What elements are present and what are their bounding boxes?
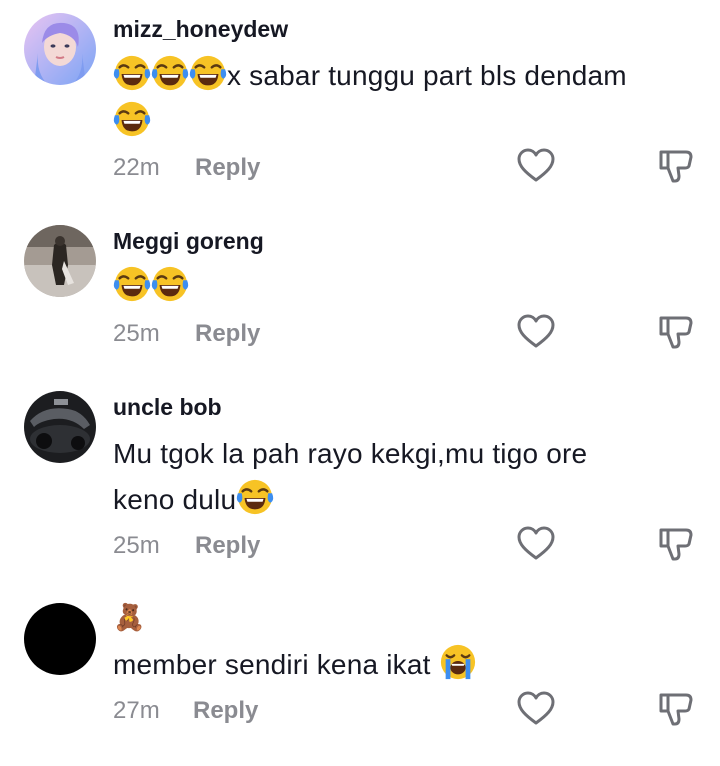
face-with-tears-of-joy-icon [113, 54, 151, 92]
face-with-tears-of-joy-icon [189, 54, 227, 92]
thumbs-down-outline-icon[interactable] [656, 689, 696, 729]
username[interactable]: 🧸 [113, 602, 145, 633]
username[interactable]: Meggi goreng [113, 228, 264, 255]
thumbs-down-outline-icon[interactable] [656, 146, 696, 186]
reply-button[interactable]: Reply [193, 697, 258, 725]
username[interactable]: mizz_honeydew [113, 16, 288, 43]
loudly-crying-face-icon [439, 643, 477, 681]
comment-text-line: keno dulu [113, 484, 237, 515]
username[interactable]: uncle bob [113, 394, 222, 421]
avatar[interactable] [24, 13, 96, 85]
face-with-tears-of-joy-icon [151, 54, 189, 92]
comment-text: Mu tgok la pah rayo kekgi,mu tigo ore ke… [113, 431, 693, 523]
comment-text [113, 264, 693, 310]
face-with-tears-of-joy-icon [113, 100, 151, 138]
comment-timestamp: 25m [113, 320, 160, 347]
thumbs-down-outline-icon[interactable] [656, 524, 696, 564]
face-with-tears-of-joy-icon [236, 478, 274, 516]
comment-text: member sendiri kena ikat [113, 642, 693, 688]
heart-outline-icon[interactable] [516, 312, 556, 352]
comment-timestamp: 25m [113, 532, 160, 559]
reply-button[interactable]: Reply [195, 532, 260, 560]
heart-outline-icon[interactable] [516, 524, 556, 564]
teddy-bear-icon: 🧸 [113, 602, 146, 632]
avatar[interactable] [24, 603, 96, 675]
comment-text-line: member sendiri kena ikat [113, 649, 431, 680]
comment-timestamp: 22m [113, 154, 160, 181]
face-with-tears-of-joy-icon [151, 265, 189, 303]
comment-text-line: x sabar tunggu part bls dendam [227, 60, 627, 91]
comment-text-line: Mu tgok la pah rayo kekgi,mu tigo ore [113, 438, 588, 469]
comment-text: x sabar tunggu part bls dendam [113, 53, 693, 145]
avatar[interactable] [24, 225, 96, 297]
comment-timestamp: 27m [113, 697, 160, 724]
heart-outline-icon[interactable] [516, 689, 556, 729]
reply-button[interactable]: Reply [195, 320, 260, 348]
heart-outline-icon[interactable] [516, 146, 556, 186]
thumbs-down-outline-icon[interactable] [656, 312, 696, 352]
reply-button[interactable]: Reply [195, 154, 260, 182]
avatar[interactable] [24, 391, 96, 463]
face-with-tears-of-joy-icon [113, 265, 151, 303]
